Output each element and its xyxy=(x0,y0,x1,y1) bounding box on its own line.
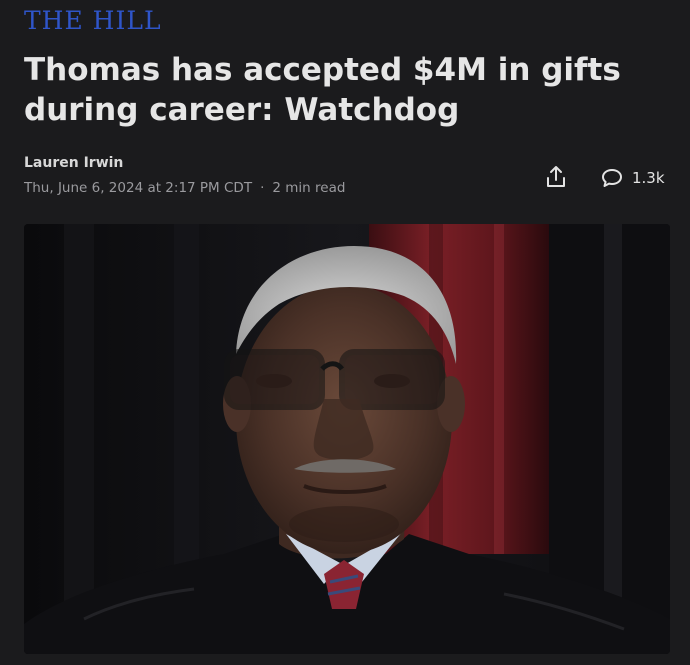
comments-button[interactable]: 1.3k xyxy=(600,165,665,191)
share-button[interactable] xyxy=(542,163,570,191)
portrait-photo xyxy=(24,224,670,654)
article-hero-image[interactable] xyxy=(24,224,670,654)
share-icon xyxy=(547,166,565,187)
publisher-logo[interactable]: THE HILL xyxy=(24,6,162,35)
comment-bubble-icon xyxy=(602,169,622,187)
publish-date: Thu, June 6, 2024 at 2:17 PM CDT xyxy=(24,180,253,196)
author-name[interactable]: Lauren Irwin xyxy=(24,155,123,171)
article-meta: Thu, June 6, 2024 at 2:17 PM CDT · 2 min r… xyxy=(24,180,345,196)
meta-separator: · xyxy=(260,180,265,196)
read-time: 2 min read xyxy=(272,180,346,196)
comment-count: 1.3k xyxy=(632,169,665,187)
article-headline: Thomas has accepted $4M in gifts during … xyxy=(24,52,621,128)
